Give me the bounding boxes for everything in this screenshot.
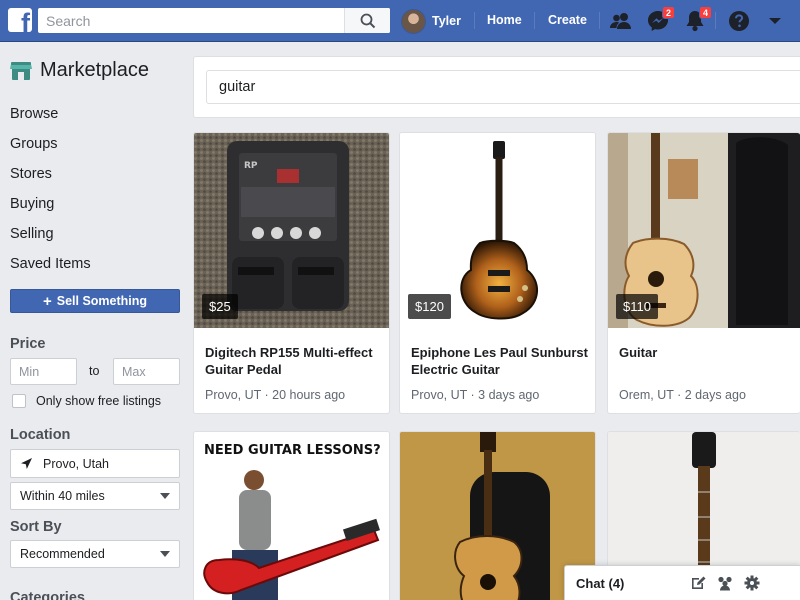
listing-photo: NEED GUITAR LESSONS? [194,432,389,600]
marketplace-nav: Browse Groups Stores Buying Selling Save… [10,103,91,283]
group-icon [718,576,732,591]
nav-divider [474,12,475,29]
home-link[interactable]: Home [487,13,522,27]
chat-options-button[interactable] [743,574,761,592]
listing-price: $25 [202,294,238,319]
facebook-logo-icon[interactable]: f [8,8,32,32]
dropdown-caret-icon [160,493,170,499]
listing-meta: Orem, UT · 2 days ago [619,388,746,402]
plus-icon: + [42,292,52,310]
new-message-button[interactable] [689,574,707,592]
lessons-banner-text: NEED GUITAR LESSONS? [204,443,381,458]
caret-down-icon [769,18,781,24]
listing-price: $120 [408,294,451,319]
location-section-title: Location [10,427,71,443]
profile-link[interactable]: Tyler [401,8,461,34]
categories-section-title: Categories [10,590,85,600]
listing-title[interactable]: Digitech RP155 Multi-effect Guitar Pedal [205,344,383,378]
marketplace-sidebar: Marketplace Browse Groups Stores Buying … [0,43,190,600]
compose-icon [692,576,706,589]
chat-label[interactable]: Chat (4) [576,576,624,591]
listing-card[interactable]: RP $25 Digitech RP155 Multi-effect Guita… [193,132,390,414]
max-price-field [113,358,180,385]
min-price-field [10,358,77,385]
price-range-to-label: to [89,364,100,378]
listing-title[interactable]: Epiphone Les Paul Sunburst Electric Guit… [411,344,589,378]
create-link[interactable]: Create [548,13,587,27]
sort-select[interactable]: Recommended [10,540,180,568]
sidebar-item-buying[interactable]: Buying [10,193,91,223]
location-arrow-icon [21,458,32,469]
account-menu-button[interactable] [763,9,787,33]
marketplace-search-input[interactable] [207,71,800,103]
marketplace-search-panel [193,56,800,118]
sidebar-item-stores[interactable]: Stores [10,163,91,193]
price-section-title: Price [10,336,46,352]
marketplace-search-field [206,70,800,104]
sort-section-title: Sort By [10,519,62,535]
avatar [401,8,426,34]
svg-text:RP: RP [244,161,258,171]
free-listings-checkbox[interactable] [12,394,26,408]
messenger-button[interactable]: 2 [646,6,675,33]
notifications-button[interactable]: 4 [683,6,712,33]
listing-meta: Provo, UT · 20 hours ago [205,388,346,402]
sidebar-item-browse[interactable]: Browse [10,103,91,133]
quick-help-button[interactable] [727,9,751,33]
sidebar-item-selling[interactable]: Selling [10,223,91,253]
chat-sidebar-tab: Chat (4) [564,565,800,600]
friends-icon [610,13,631,29]
gear-icon [744,575,760,591]
sort-value: Recommended [20,547,105,561]
listing-card[interactable]: $120 Epiphone Les Paul Sunburst Electric… [399,132,596,414]
location-value: Provo, Utah [43,456,110,471]
help-icon [729,11,749,31]
dropdown-caret-icon [160,551,170,557]
listing-price: $110 [616,294,658,319]
nav-divider [715,12,716,29]
nav-divider [534,12,535,29]
global-search-input[interactable] [38,8,344,33]
min-price-input[interactable] [11,359,76,384]
search-icon [360,13,375,28]
radius-select[interactable]: Within 40 miles [10,482,180,510]
radius-value: Within 40 miles [20,489,105,503]
nav-divider [599,12,600,29]
listing-card[interactable]: $110 Guitar Orem, UT · 2 days ago [607,132,800,414]
messenger-badge: 2 [662,6,675,19]
location-field[interactable]: Provo, Utah [10,449,180,478]
marketplace-header[interactable]: Marketplace [10,59,149,82]
max-price-input[interactable] [114,359,179,384]
sidebar-item-groups[interactable]: Groups [10,133,91,163]
profile-name: Tyler [432,14,461,28]
top-navigation-bar: f Tyler Home Create 2 [0,0,800,42]
search-button[interactable] [344,8,390,33]
free-listings-label[interactable]: Only show free listings [36,394,161,408]
listing-meta: Provo, UT · 3 days ago [411,388,540,402]
sidebar-item-saved-items[interactable]: Saved Items [10,253,91,283]
sell-something-label: Sell Something [56,294,148,308]
notifications-badge: 4 [699,6,712,19]
friend-requests-button[interactable] [609,9,633,33]
sell-something-button[interactable]: + Sell Something [10,289,180,313]
global-search [38,8,390,33]
page-title: Marketplace [40,59,149,81]
marketplace-shop-icon [10,61,32,80]
listing-card[interactable]: NEED GUITAR LESSONS? [193,431,390,600]
listing-title[interactable]: Guitar [619,344,797,361]
new-group-button[interactable] [716,574,734,592]
